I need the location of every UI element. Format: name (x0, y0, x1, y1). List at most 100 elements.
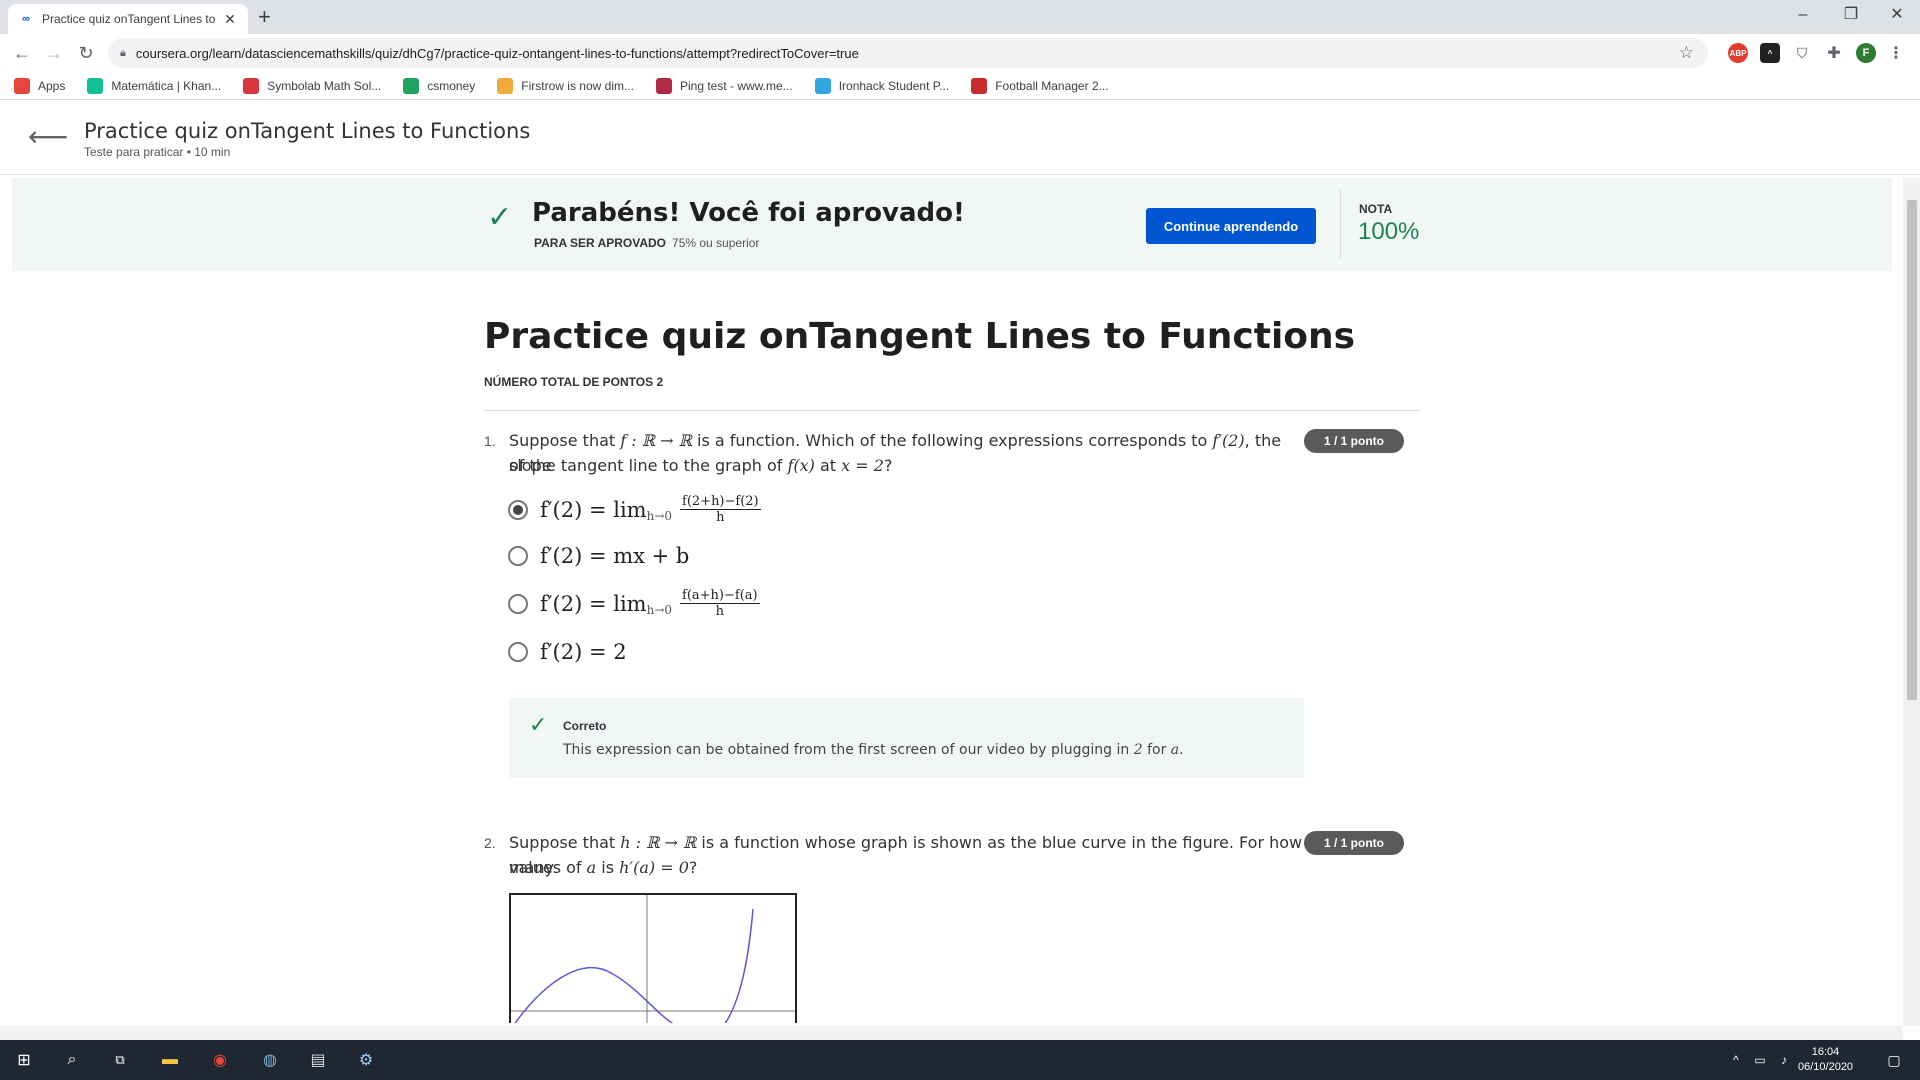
browser-tab[interactable]: ∞ Practice quiz onTangent Lines to ✕ (8, 4, 248, 34)
bookmark-label: Ping test - www.me... (679, 78, 793, 93)
graph-svg (511, 895, 795, 1023)
answer-option-3[interactable]: f′(2) = lim h→0 f(a+h)−f(a) h (508, 588, 760, 619)
new-tab-button[interactable]: + (258, 5, 271, 29)
task-view-icon[interactable]: ⧉ (108, 1048, 132, 1072)
tray-overflow-icon[interactable]: ^ (1724, 1048, 1748, 1072)
grade-label: NOTA (1359, 202, 1393, 216)
clock-date: 06/10/2020 (1798, 1061, 1854, 1073)
banner-title: Parabéns! Você foi aprovado! (532, 198, 965, 228)
bookmark-item[interactable]: Firstrow is now dim... (497, 77, 634, 94)
bookmarks-bar: Apps Matemática | Khan... Symbolab Math So… (0, 72, 1920, 100)
feedback-title: Correto (563, 719, 607, 733)
clock[interactable]: 16:04 06/10/2020 (1798, 1045, 1853, 1075)
chrome-icon[interactable]: ◉ (208, 1048, 232, 1072)
quiz-title: Practice quiz onTangent Lines to Functio… (484, 316, 1356, 357)
feedback-box: ✓ Correto This expression can be obtaine… (509, 698, 1304, 778)
tab-title: Practice quiz onTangent Lines to (42, 12, 216, 26)
option-2-expression: f′(2) = mx + b (540, 544, 690, 568)
radio-button[interactable] (508, 546, 528, 566)
pass-banner: ✓ Parabéns! Você foi aprovado! PARA SER … (12, 178, 1892, 271)
minimize-window-button[interactable]: – (1780, 4, 1826, 26)
bookmark-label: Football Manager 2... (995, 78, 1109, 93)
profile-avatar[interactable]: F (1856, 43, 1876, 63)
page-header: ⟵ Practice quiz onTangent Lines to Funct… (0, 101, 1920, 175)
ping-test-icon (655, 77, 672, 94)
answer-option-1[interactable]: f′(2) = lim h→0 f(2+h)−f(2) h (508, 494, 761, 525)
question-number: 2. (484, 835, 496, 851)
bookmark-label: Ironhack Student P... (838, 78, 950, 93)
symbolab-icon (243, 77, 260, 94)
ironhack-icon (814, 77, 831, 94)
question-2-line-2: values of a is h′(a) = 0? (509, 858, 698, 877)
bookmark-label: Symbolab Math Sol... (267, 78, 382, 93)
reload-button[interactable]: ↻ (74, 42, 98, 64)
bookmark-item[interactable]: Football Manager 2... (971, 77, 1109, 94)
bookmark-label: Apps (38, 78, 66, 93)
pass-label: PARA SER APROVADO (534, 236, 667, 250)
grade-value: 100% (1358, 218, 1420, 245)
radio-button[interactable] (508, 593, 528, 614)
bookmark-item[interactable]: Matemática | Khan... (87, 77, 221, 94)
volume-icon[interactable]: ♪ (1772, 1048, 1796, 1072)
points-badge: 1 / 1 ponto (1304, 429, 1404, 453)
function-graph-figure (509, 893, 797, 1023)
bookmark-item[interactable]: Ping test - www.me... (655, 77, 793, 94)
option-4-expression: f′(2) = 2 (540, 640, 627, 664)
content-divider (484, 410, 1420, 411)
option-1-expression: f′(2) = lim h→0 f(2+h)−f(2) h (540, 494, 761, 525)
page-title: Practice quiz onTangent Lines to Functio… (84, 119, 531, 143)
answer-option-4[interactable]: f′(2) = 2 (508, 640, 627, 664)
address-bar[interactable]: 🔒︎ coursera.org/learn/datasciencemathski… (108, 38, 1708, 68)
close-window-button[interactable]: ✕ (1874, 4, 1920, 26)
horizontal-scrollbar[interactable] (0, 1026, 1903, 1040)
coursera-favicon-icon: ∞ (22, 13, 30, 25)
menu-kebab-icon[interactable]: ⋮ (1886, 43, 1906, 63)
app-document-icon[interactable]: ▤ (306, 1048, 330, 1072)
bookmark-label: Firstrow is now dim... (521, 78, 634, 93)
file-explorer-icon[interactable]: ▬ (158, 1048, 182, 1072)
bookmark-item[interactable]: csmoney (403, 77, 476, 94)
bookmark-item[interactable]: Apps (14, 77, 66, 94)
continue-learning-button[interactable]: Continue aprendendo (1146, 208, 1316, 244)
restore-window-button[interactable]: ❐ (1828, 4, 1874, 26)
search-icon[interactable]: ⌕ (60, 1048, 84, 1072)
radio-button[interactable] (508, 499, 528, 520)
page-subtitle: Teste para praticar • 10 min (84, 145, 231, 159)
close-tab-icon[interactable]: ✕ (222, 11, 238, 28)
bookmark-star-icon[interactable]: ☆ (1679, 43, 1694, 63)
feedback-text: This expression can be obtained from the… (563, 742, 1184, 758)
forward-button[interactable]: → (42, 42, 66, 64)
firstrow-icon (497, 77, 514, 94)
notifications-icon[interactable]: ▢ (1882, 1048, 1906, 1072)
app-sync-icon[interactable]: ◍ (258, 1048, 282, 1072)
lock-icon: 🔒︎ (120, 46, 126, 59)
extensions-puzzle-icon[interactable]: ✚ (1824, 43, 1844, 63)
bookmark-item[interactable]: Symbolab Math Sol... (243, 77, 382, 94)
adblock-plus-icon[interactable]: ABP (1728, 43, 1748, 63)
back-button[interactable]: ← (10, 42, 34, 64)
points-badge: 1 / 1 ponto (1304, 831, 1404, 855)
radio-button[interactable] (508, 642, 528, 662)
url-text: coursera.org/learn/datasciencemathskills… (135, 45, 859, 61)
windows-start-icon[interactable]: ⊞ (12, 1048, 36, 1072)
blue-curve (514, 908, 754, 1023)
shield-extension-icon[interactable]: ⛉ (1792, 43, 1812, 63)
clock-time: 16:04 (1811, 1046, 1840, 1058)
answer-option-2[interactable]: f′(2) = mx + b (508, 544, 689, 568)
windows-taskbar: ⊞ ⌕ ⧉ ▬ ◉ ◍ ▤ ⚙︎ ^ ▭ ♪ 16:04 06/10/2020 … (0, 1040, 1920, 1080)
back-arrow-icon[interactable]: ⟵ (28, 123, 68, 151)
steam-icon[interactable]: ⚙︎ (354, 1048, 378, 1072)
bookmark-item[interactable]: Ironhack Student P... (814, 77, 950, 94)
csmoney-icon (403, 77, 420, 94)
extension-dark-icon[interactable]: ^ (1760, 43, 1780, 63)
vertical-scrollbar[interactable] (1903, 178, 1920, 1026)
bookmark-label: csmoney (427, 78, 476, 93)
football-manager-icon (971, 77, 988, 94)
checkmark-icon: ✓ (529, 712, 548, 737)
network-icon[interactable]: ▭ (1748, 1048, 1772, 1072)
browser-tab-strip: ∞ Practice quiz onTangent Lines to ✕ + –… (0, 0, 1920, 34)
scrollbar-thumb[interactable] (1907, 200, 1917, 700)
pass-requirement: PARA SER APROVADO 75% ou superior (534, 236, 759, 250)
checkmark-icon: ✓ (487, 201, 513, 234)
apps-grid-icon (14, 77, 30, 94)
